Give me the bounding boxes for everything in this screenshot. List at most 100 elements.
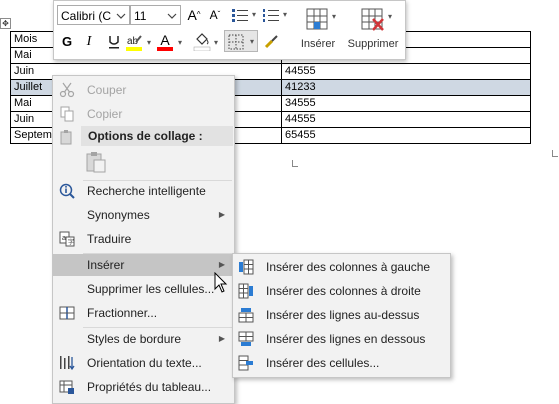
menu-item-label: Propriétés du tableau...: [87, 380, 212, 394]
grow-font-icon: A: [187, 7, 197, 23]
submenu-item-label: Insérer des lignes en dessous: [266, 332, 426, 346]
insert-column-left-icon: [239, 259, 254, 275]
table-move-handle[interactable]: ✥: [0, 18, 11, 29]
menu-item-label: Styles de bordure: [87, 332, 182, 346]
menu-item-copy[interactable]: Copier: [53, 103, 234, 125]
paint-bucket-icon: [193, 33, 211, 52]
numbering-dropdown-icon[interactable]: ▾: [283, 10, 287, 19]
submenu-item-label: Insérer des colonnes à gauche: [266, 260, 431, 274]
end-of-row-mark: [552, 150, 558, 157]
insert-table-icon: [306, 8, 328, 30]
bold-button[interactable]: G: [58, 31, 76, 53]
submenu-item-insert-cols-left[interactable]: Insérer des colonnes à gauche: [233, 255, 450, 279]
menu-item-insert[interactable]: Insérer ▶: [53, 254, 234, 276]
insert-cells-icon: [238, 355, 253, 371]
menu-item-split[interactable]: Fractionner...: [53, 302, 234, 324]
shrink-font-icon: A: [209, 8, 218, 22]
font-size-select[interactable]: 11: [130, 5, 181, 25]
text-direction-icon: [60, 356, 75, 371]
table-cell-value[interactable]: 44555: [281, 111, 531, 128]
font-color-button[interactable]: A: [155, 31, 175, 53]
borders-button[interactable]: ▾: [224, 30, 258, 52]
mouse-cursor-icon: [214, 272, 228, 293]
insert-column-right-icon: [238, 283, 253, 299]
menu-item-smart-lookup[interactable]: Recherche intelligente: [53, 180, 234, 202]
insert-row-above-icon: [238, 308, 254, 323]
highlight-button[interactable]: ab: [122, 31, 146, 53]
insert-dropdown-icon: ▾: [332, 12, 337, 21]
submenu-item-label: Insérer des colonnes à droite: [266, 284, 421, 298]
chevron-down-icon: [115, 6, 127, 24]
menu-item-table-properties[interactable]: Propriétés du tableau...: [53, 376, 234, 398]
copy-icon: [60, 106, 74, 122]
chevron-right-icon: ▶: [218, 334, 225, 343]
clipboard-icon: [86, 152, 106, 173]
table-cell-value[interactable]: 65455: [281, 127, 531, 144]
font-color-swatch: [157, 47, 173, 51]
underline-icon: [109, 36, 119, 49]
font-name-select[interactable]: Calibri (C: [57, 5, 130, 25]
menu-item-translate[interactable]: a 字 Traduire: [53, 228, 234, 250]
shrink-font-button[interactable]: Aˇ: [206, 4, 224, 26]
grow-font-button[interactable]: A^: [185, 4, 203, 26]
italic-button[interactable]: I: [80, 31, 98, 53]
paste-icon: [60, 130, 72, 145]
numbered-list-icon: [263, 9, 279, 22]
svg-text:字: 字: [68, 238, 74, 246]
bullets-button[interactable]: [229, 4, 251, 26]
menu-item-border-styles[interactable]: Styles de bordure ▶: [53, 328, 234, 350]
context-menu: Couper Copier Options de collage : Reche…: [52, 75, 235, 404]
borders-dropdown-icon: ▾: [249, 37, 254, 46]
menu-item-label: Copier: [87, 107, 123, 121]
svg-text:a: a: [62, 235, 66, 242]
insert-button[interactable]: ▾ Insérer: [293, 4, 343, 56]
bullet-list-icon: [232, 9, 248, 22]
submenu-item-insert-rows-below[interactable]: Insérer des lignes en dessous: [233, 327, 450, 351]
delete-button-label: Supprimer: [347, 38, 399, 50]
menu-item-label: Traduire: [87, 232, 132, 246]
submenu-item-label: Insérer des cellules...: [266, 356, 380, 370]
brush-icon: [264, 35, 278, 49]
menu-item-label: Recherche intelligente: [87, 184, 206, 198]
insert-submenu: Insérer des colonnes à gauche Insérer de…: [232, 253, 451, 378]
font-color-dropdown-icon[interactable]: ▾: [178, 38, 182, 47]
highlight-dropdown-icon[interactable]: ▾: [147, 38, 151, 47]
menu-item-label: Orientation du texte...: [87, 356, 202, 370]
menu-item-text-direction[interactable]: Orientation du texte...: [53, 352, 234, 374]
table-properties-icon: [59, 380, 74, 394]
mini-toolbar: Calibri (C 11 A^ Aˇ ▾ ▾ G I ab ▾ A ▾ ▾ ▾…: [53, 0, 406, 60]
shading-dropdown-icon[interactable]: ▾: [214, 38, 218, 47]
menu-item-label: Fractionner...: [87, 306, 158, 320]
translate-icon: a 字: [59, 231, 75, 247]
font-name-value: Calibri (C: [61, 9, 112, 23]
chevron-down-icon: [166, 6, 178, 24]
table-cell-value[interactable]: 44555: [281, 63, 531, 80]
menu-item-synonyms[interactable]: Synonymes ▶: [53, 204, 234, 226]
table-cell-value[interactable]: 34555: [281, 95, 531, 112]
submenu-item-insert-cells[interactable]: Insérer des cellules...: [233, 351, 450, 375]
border-painter-button[interactable]: [261, 31, 281, 53]
insert-row-below-icon: [238, 331, 254, 346]
paste-options-header: Options de collage :: [81, 126, 233, 146]
menu-item-label: Couper: [87, 83, 127, 97]
paste-keep-formatting-button[interactable]: [84, 150, 108, 174]
delete-button[interactable]: ▾ Supprimer: [344, 4, 402, 56]
borders-icon: [228, 34, 244, 50]
submenu-item-insert-cols-right[interactable]: Insérer des colonnes à droite: [233, 279, 450, 303]
menu-item-label: Synonymes: [87, 208, 150, 222]
submenu-item-insert-rows-above[interactable]: Insérer des lignes au-dessus: [233, 303, 450, 327]
menu-item-cut[interactable]: Couper: [53, 79, 234, 101]
delete-dropdown-icon: ▾: [388, 12, 393, 21]
insert-button-label: Insérer: [300, 38, 336, 50]
chevron-right-icon: ▶: [218, 210, 225, 219]
menu-item-delete-cells[interactable]: Supprimer les cellules...: [53, 278, 234, 300]
end-of-cell-mark: [292, 160, 298, 167]
split-cells-icon: [59, 306, 75, 320]
numbering-button[interactable]: [260, 4, 282, 26]
shading-button[interactable]: [191, 31, 213, 53]
font-color-icon: A: [160, 32, 170, 48]
menu-item-label: Insérer: [87, 258, 125, 272]
delete-table-icon: [361, 8, 384, 31]
table-cell-value[interactable]: 41233: [281, 79, 531, 96]
bullets-dropdown-icon[interactable]: ▾: [252, 10, 256, 19]
